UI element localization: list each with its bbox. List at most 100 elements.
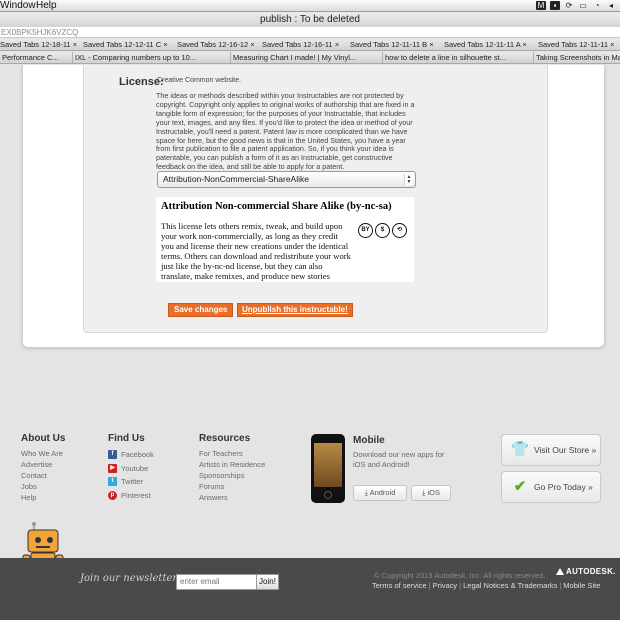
android-button-label: Android	[369, 488, 396, 497]
footer-about: About Us Who We Are Advertise Contact Jo…	[21, 433, 65, 503]
bookmark-item[interactable]: Saved Tabs 12-11-11 A ×	[444, 39, 527, 50]
visit-store-button[interactable]: 👕 Visit Our Store »	[501, 434, 601, 466]
social-youtube[interactable]: ▶ Youtube	[108, 462, 154, 476]
license-description: The ideas or methods described within yo…	[156, 91, 415, 172]
sync-icon[interactable]: ⟳	[564, 1, 574, 10]
page-content: License: Creative Common website. The id…	[0, 65, 620, 620]
wifi-icon[interactable]: ◔	[592, 1, 602, 10]
cc-by-icon: BY	[358, 223, 373, 238]
license-select[interactable]: Attribution-NonCommercial-ShareAlike ▲ ▼	[157, 171, 416, 188]
footer-mobile-title: Mobile	[353, 435, 385, 446]
youtube-icon: ▶	[108, 463, 117, 473]
select-arrows-icon: ▲ ▼	[404, 174, 413, 185]
footer-link-sponsorships[interactable]: Sponsorships	[199, 470, 265, 481]
footer-link-answers[interactable]: Answers	[199, 492, 265, 503]
social-twitter-label: Twitter	[121, 477, 144, 487]
legal-links: Terms of service | Privacy | Legal Notices &…	[372, 581, 600, 590]
menu-extra-icon[interactable]: M	[536, 1, 546, 10]
social-youtube-label: Youtube	[121, 463, 149, 473]
join-button[interactable]: Join!	[256, 574, 279, 590]
bookmarks-bar-tabs: Performance C... IXL - Comparing numbers…	[0, 52, 620, 64]
phone-image	[311, 434, 345, 503]
display-icon[interactable]: ▭	[578, 1, 588, 10]
email-placeholder: enter email	[180, 577, 220, 586]
bookmark-item[interactable]: Measuring Chart I made! | My Vinyl...	[230, 52, 356, 63]
footer-link-who-we-are[interactable]: Who We Are	[21, 448, 65, 459]
bookmark-item[interactable]: how to delete a line in silhouette st...	[382, 52, 506, 63]
twitter-icon: t	[108, 477, 117, 487]
publish-card: License: Creative Common website. The id…	[22, 65, 605, 348]
license-preview-box: Attribution Non-commercial Share Alike (…	[156, 197, 414, 282]
ios-download-button[interactable]: ⤓ iOS	[411, 485, 451, 501]
menu-window[interactable]: Window	[0, 0, 36, 12]
bookmark-item[interactable]: Saved Tabs 12-18-11 ×	[0, 39, 77, 50]
autodesk-wordmark: AUTODESK.	[566, 567, 616, 576]
autodesk-triangle-icon	[556, 568, 564, 575]
url-text: EX0BPK5HJK6VZCQ	[1, 28, 79, 37]
go-pro-button[interactable]: ✔ Go Pro Today »	[501, 471, 601, 503]
cc-sa-icon: ⟲	[392, 223, 407, 238]
footer-resources-title: Resources	[199, 433, 251, 444]
footer-link-advertise[interactable]: Advertise	[21, 459, 65, 470]
bookmarks-bar-saved-tabs: Saved Tabs 12-18-11 × Saved Tabs 12-12-1…	[0, 39, 620, 51]
footer-link-for-teachers[interactable]: For Teachers	[199, 448, 265, 459]
footer-link-contact[interactable]: Contact	[21, 470, 65, 481]
bookmark-item[interactable]: Saved Tabs 12-11-11 B ×	[350, 39, 434, 50]
android-download-button[interactable]: ⤓ Android	[353, 485, 407, 501]
go-pro-label: Go Pro Today »	[534, 482, 593, 492]
newsletter-email-input[interactable]: enter email	[176, 574, 257, 590]
bookmark-item[interactable]: Saved Tabs 12-11-11 ×	[538, 39, 615, 50]
newsletter-label: Join our newsletter:	[80, 573, 181, 584]
footer-bottom-bar: Join our newsletter: enter email Join! ©…	[0, 558, 620, 620]
bookmark-item[interactable]: Saved Tabs 12-16-11 ×	[262, 39, 339, 50]
phone-home-button	[324, 491, 332, 499]
license-select-value: Attribution-NonCommercial-ShareAlike	[163, 174, 309, 184]
bookmark-item[interactable]: IXL - Comparing numbers up to 10...	[72, 52, 196, 63]
bookmark-item[interactable]: Saved Tabs 12-16-12 ×	[177, 39, 255, 50]
link-legal-notices[interactable]: Legal Notices & Trademarks	[463, 581, 557, 590]
window-title: publish : To be deleted	[0, 12, 620, 27]
menu-help[interactable]: Help	[36, 0, 57, 12]
cc-icons: BY $ ⟲	[358, 223, 407, 238]
facebook-icon: f	[108, 450, 117, 460]
save-changes-button[interactable]: Save changes	[168, 303, 234, 317]
bookmark-item[interactable]: Saved Tabs 12-12-11 C ×	[83, 39, 168, 50]
social-pinterest[interactable]: p Pinterest	[108, 489, 154, 503]
social-pinterest-label: Pinterest	[121, 491, 151, 501]
link-terms[interactable]: Terms of service	[372, 581, 427, 590]
autodesk-logo: AUTODESK.	[556, 567, 616, 576]
visit-store-label: Visit Our Store »	[534, 445, 597, 455]
footer-link-forums[interactable]: Forums	[199, 481, 265, 492]
bookmark-item[interactable]: Taking Screenshots in Ma	[533, 52, 620, 63]
phone-screen	[314, 443, 342, 487]
footer-about-title: About Us	[21, 433, 66, 444]
bookmark-item[interactable]: Performance C...	[0, 52, 59, 63]
footer-resources: Resources For Teachers Artists in Reside…	[199, 433, 265, 503]
cc-nc-icon: $	[375, 223, 390, 238]
separator: |	[459, 581, 462, 590]
volume-icon[interactable]: ◂	[606, 1, 616, 10]
pinterest-icon: p	[108, 491, 117, 501]
social-facebook-label: Facebook	[121, 450, 154, 460]
footer-link-jobs[interactable]: Jobs	[21, 481, 65, 492]
license-top-line: Creative Common website.	[157, 77, 242, 84]
copyright-text: © Copyright 2013 Autodesk, Inc. All righ…	[374, 571, 546, 580]
social-twitter[interactable]: t Twitter	[108, 475, 154, 489]
separator: |	[559, 581, 562, 590]
address-bar[interactable]: EX0BPK5HJK6VZCQ	[0, 27, 620, 38]
license-preview-title: Attribution Non-commercial Share Alike (…	[161, 201, 392, 212]
footer-link-help[interactable]: Help	[21, 492, 65, 503]
footer-find-title: Find Us	[108, 433, 145, 444]
link-mobile-site[interactable]: Mobile Site	[563, 581, 600, 590]
tshirt-icon: 👕	[510, 441, 530, 458]
checkmark-icon: ✔	[513, 478, 527, 495]
menu-extra-icon[interactable]: ▪	[550, 1, 560, 10]
ios-button-label: iOS	[427, 488, 440, 497]
separator: |	[428, 581, 431, 590]
link-privacy[interactable]: Privacy	[433, 581, 458, 590]
license-panel: License: Creative Common website. The id…	[83, 65, 548, 333]
footer-link-artists[interactable]: Artists in Residence	[199, 459, 265, 470]
social-facebook[interactable]: f Facebook	[108, 448, 154, 462]
menu-bar: Window Help M ▪ ⟳ ▭ ◔ ◂	[0, 0, 620, 12]
unpublish-button[interactable]: Unpublish this instructable!	[237, 303, 353, 317]
